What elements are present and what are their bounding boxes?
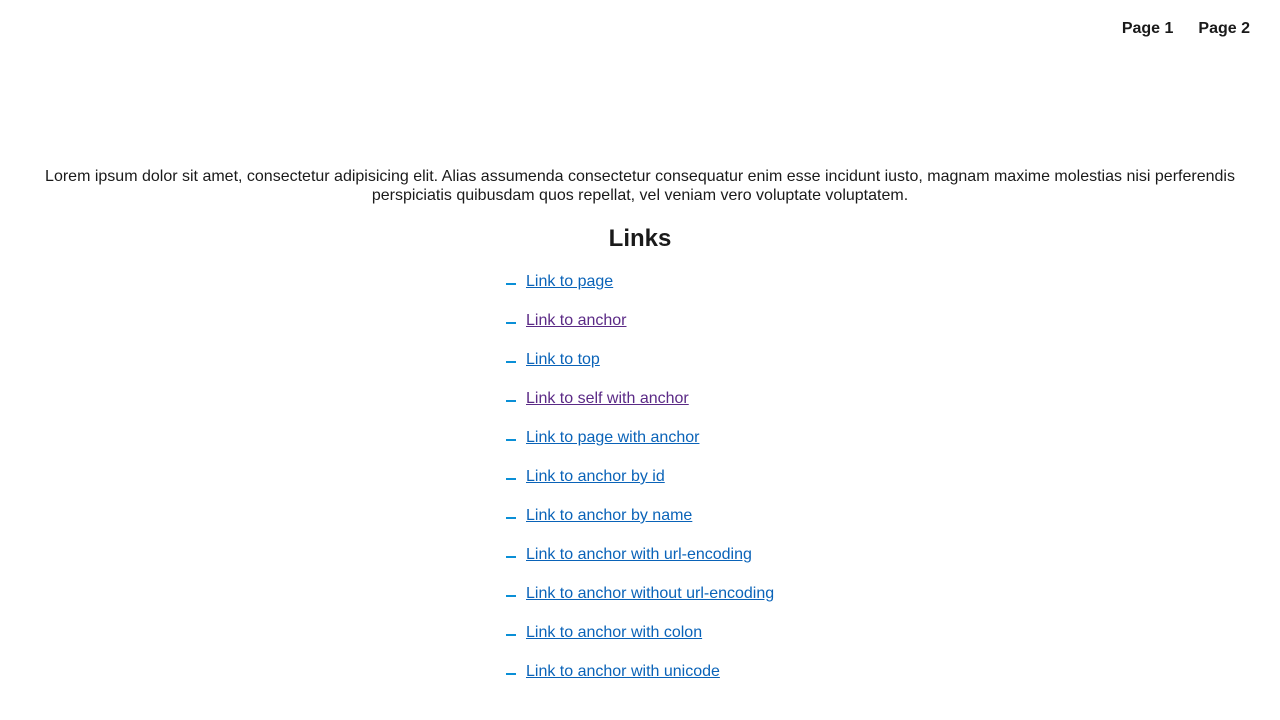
dash-bullet-icon <box>506 478 516 480</box>
intro-paragraph: Lorem ipsum dolor sit amet, consectetur … <box>45 168 1235 204</box>
list-item: Link to anchor without url-encoding <box>506 584 774 623</box>
list-item: Link to anchor by id <box>506 467 774 506</box>
dash-bullet-icon <box>506 673 516 675</box>
links-list: Link to page Link to anchor Link to top … <box>506 272 774 701</box>
top-nav: Page 1 Page 2 <box>1122 19 1250 39</box>
link-to-anchor-by-name[interactable]: Link to anchor by name <box>526 506 692 526</box>
links-heading: Links <box>608 225 672 252</box>
link-to-page[interactable]: Link to page <box>526 272 613 292</box>
dash-bullet-icon <box>506 556 516 558</box>
dash-bullet-icon <box>506 283 516 285</box>
link-to-self-with-anchor[interactable]: Link to self with anchor <box>526 389 689 409</box>
page: Page 1 Page 2 Lorem ipsum dolor sit amet… <box>0 0 1280 720</box>
link-to-anchor-with-colon[interactable]: Link to anchor with colon <box>526 623 702 643</box>
nav-link-page-1[interactable]: Page 1 <box>1122 19 1174 39</box>
list-item: Link to anchor with url-encoding <box>506 545 774 584</box>
dash-bullet-icon <box>506 439 516 441</box>
list-item: Link to top <box>506 350 774 389</box>
dash-bullet-icon <box>506 400 516 402</box>
dash-bullet-icon <box>506 517 516 519</box>
link-to-anchor-without-url-encoding[interactable]: Link to anchor without url-encoding <box>526 584 774 604</box>
list-item: Link to anchor with unicode <box>506 662 774 701</box>
list-item: Link to page with anchor <box>506 428 774 467</box>
link-to-anchor[interactable]: Link to anchor <box>526 311 627 331</box>
list-item: Link to page <box>506 272 774 311</box>
list-item: Link to anchor <box>506 311 774 350</box>
link-to-anchor-by-id[interactable]: Link to anchor by id <box>526 467 665 487</box>
dash-bullet-icon <box>506 361 516 363</box>
dash-bullet-icon <box>506 634 516 636</box>
link-to-anchor-with-unicode[interactable]: Link to anchor with unicode <box>526 662 720 682</box>
list-item: Link to anchor with colon <box>506 623 774 662</box>
nav-link-page-2[interactable]: Page 2 <box>1198 19 1250 39</box>
dash-bullet-icon <box>506 322 516 324</box>
list-item: Link to self with anchor <box>506 389 774 428</box>
link-to-top[interactable]: Link to top <box>526 350 600 370</box>
link-to-anchor-with-url-encoding[interactable]: Link to anchor with url-encoding <box>526 545 752 565</box>
list-item: Link to anchor by name <box>506 506 774 545</box>
dash-bullet-icon <box>506 595 516 597</box>
link-to-page-with-anchor[interactable]: Link to page with anchor <box>526 428 699 448</box>
